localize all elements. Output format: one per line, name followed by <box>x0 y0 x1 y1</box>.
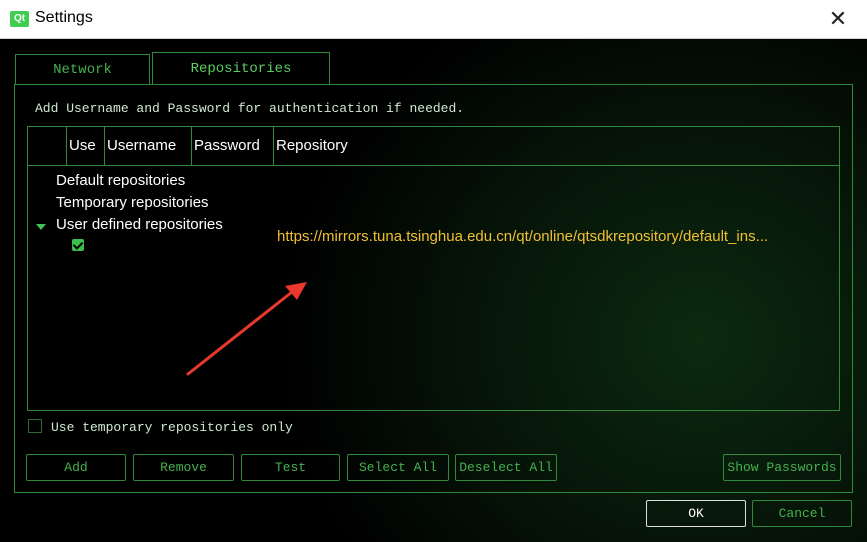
annotation-arrow <box>186 282 307 376</box>
arrow-shaft <box>186 290 294 376</box>
arrow-head <box>285 282 307 300</box>
settings-window: Qt Settings ✕ Network Repositories Add U… <box>0 0 867 542</box>
